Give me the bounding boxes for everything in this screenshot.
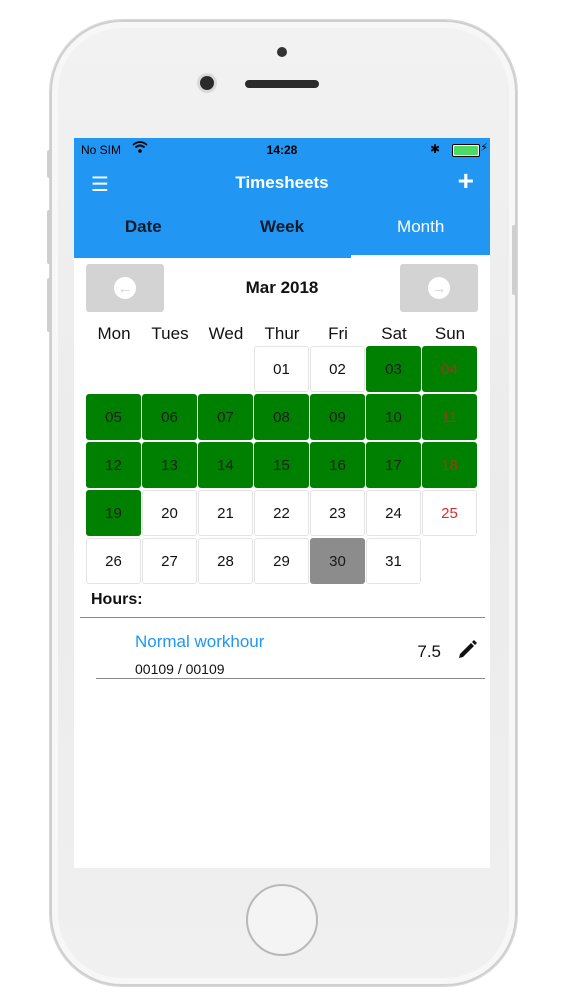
calendar-empty-cell — [142, 346, 197, 392]
calendar-day-09[interactable]: 09 — [310, 394, 365, 440]
proximity-sensor — [277, 47, 287, 57]
calendar-week-row: 12 13 14 15 16 17 18 — [86, 442, 490, 490]
earpiece-speaker — [245, 80, 319, 88]
weekday-label: Tues — [151, 324, 189, 343]
calendar-empty-cell — [198, 346, 253, 392]
volume-down-button — [47, 278, 51, 332]
tab-month[interactable]: Month — [351, 204, 490, 258]
weekday-label: Mon — [97, 324, 131, 343]
calendar-week-row: 01 02 03 04 — [86, 346, 490, 394]
home-button[interactable] — [246, 884, 318, 956]
calendar-day-26[interactable]: 26 — [86, 538, 141, 584]
calendar-day-04[interactable]: 04 — [422, 346, 477, 392]
weekday-label: Wed — [208, 324, 244, 343]
calendar-day-23[interactable]: 23 — [310, 490, 365, 536]
calendar-day-01[interactable]: 01 — [254, 346, 309, 392]
calendar-day-31[interactable]: 31 — [366, 538, 421, 584]
mute-switch — [47, 150, 51, 178]
tab-week[interactable]: Week — [213, 204, 352, 258]
calendar-day-06[interactable]: 06 — [142, 394, 197, 440]
status-time: 14:28 — [266, 143, 298, 157]
calendar-day-08[interactable]: 08 — [254, 394, 309, 440]
battery-icon — [452, 144, 480, 157]
calendar-day-27[interactable]: 27 — [142, 538, 197, 584]
weekday-label: Thur — [264, 324, 300, 343]
tab-date[interactable]: Date — [74, 204, 213, 258]
calendar-day-05[interactable]: 05 — [86, 394, 141, 440]
calendar-day-22[interactable]: 22 — [254, 490, 309, 536]
status-bar: No SIM 14:28 ✱ ⚡ — [74, 138, 490, 162]
bluetooth-icon: ✱ — [429, 142, 440, 156]
app-bar: ☰ Timesheets + — [74, 162, 490, 204]
calendar-day-18[interactable]: 18 — [422, 442, 477, 488]
calendar-day-21[interactable]: 21 — [198, 490, 253, 536]
volume-up-button — [47, 210, 51, 264]
calendar-week-row: 26 27 28 29 30 31 — [86, 538, 490, 586]
calendar-day-11[interactable]: 11 — [422, 394, 477, 440]
weekday-label: Sat — [381, 324, 407, 343]
calendar-grid: 01 02 03 04 05 06 07 08 09 10 11 12 13 14 15 16 17 18 19 20… — [74, 346, 490, 586]
front-camera — [200, 76, 214, 90]
calendar-week-row: 19 20 21 22 23 24 25 — [86, 490, 490, 538]
calendar-day-02[interactable]: 02 — [310, 346, 365, 392]
calendar-day-19[interactable]: 19 — [86, 490, 141, 536]
calendar-day-30[interactable]: 30 — [310, 538, 365, 584]
calendar-day-12[interactable]: 12 — [86, 442, 141, 488]
page-title: Timesheets — [235, 173, 329, 192]
calendar-day-14[interactable]: 14 — [198, 442, 253, 488]
calendar-day-10[interactable]: 10 — [366, 394, 421, 440]
next-month-button[interactable]: → — [400, 264, 478, 312]
app-screen: No SIM 14:28 ✱ ⚡ ☰ Timesheets + Date Wee… — [74, 138, 490, 868]
weekday-label: Fri — [328, 324, 348, 343]
entry-code: 00109 / 00109 — [135, 661, 225, 677]
entry-hours: 7.5 — [417, 642, 441, 661]
calendar-day-25[interactable]: 25 — [422, 490, 477, 536]
calendar-day-16[interactable]: 16 — [310, 442, 365, 488]
calendar-day-13[interactable]: 13 — [142, 442, 197, 488]
calendar-day-24[interactable]: 24 — [366, 490, 421, 536]
calendar-week-row: 05 06 07 08 09 10 11 — [86, 394, 490, 442]
calendar-day-28[interactable]: 28 — [198, 538, 253, 584]
view-tabs: Date Week Month — [74, 204, 490, 258]
calendar-empty-cell — [422, 538, 477, 584]
arrow-right-icon: → — [428, 277, 450, 299]
calendar-day-07[interactable]: 07 — [198, 394, 253, 440]
calendar-day-15[interactable]: 15 — [254, 442, 309, 488]
weekday-header: Mon Tues Wed Thur Fri Sat Sun — [74, 324, 490, 344]
hours-label: Hours: — [91, 591, 143, 608]
weekday-label: Sun — [434, 324, 466, 343]
list-item[interactable]: Normal workhour 00109 / 00109 7.5 — [96, 618, 485, 679]
calendar-day-03[interactable]: 03 — [366, 346, 421, 392]
power-button — [512, 225, 516, 295]
pencil-icon[interactable] — [457, 638, 479, 665]
calendar-day-20[interactable]: 20 — [142, 490, 197, 536]
month-navigation: ← Mar 2018 → — [74, 258, 490, 324]
plus-icon[interactable]: + — [458, 165, 474, 197]
calendar-day-17[interactable]: 17 — [366, 442, 421, 488]
calendar-empty-cell — [86, 346, 141, 392]
calendar-day-29[interactable]: 29 — [254, 538, 309, 584]
entry-type[interactable]: Normal workhour — [135, 632, 264, 652]
charging-icon: ⚡ — [480, 142, 488, 154]
